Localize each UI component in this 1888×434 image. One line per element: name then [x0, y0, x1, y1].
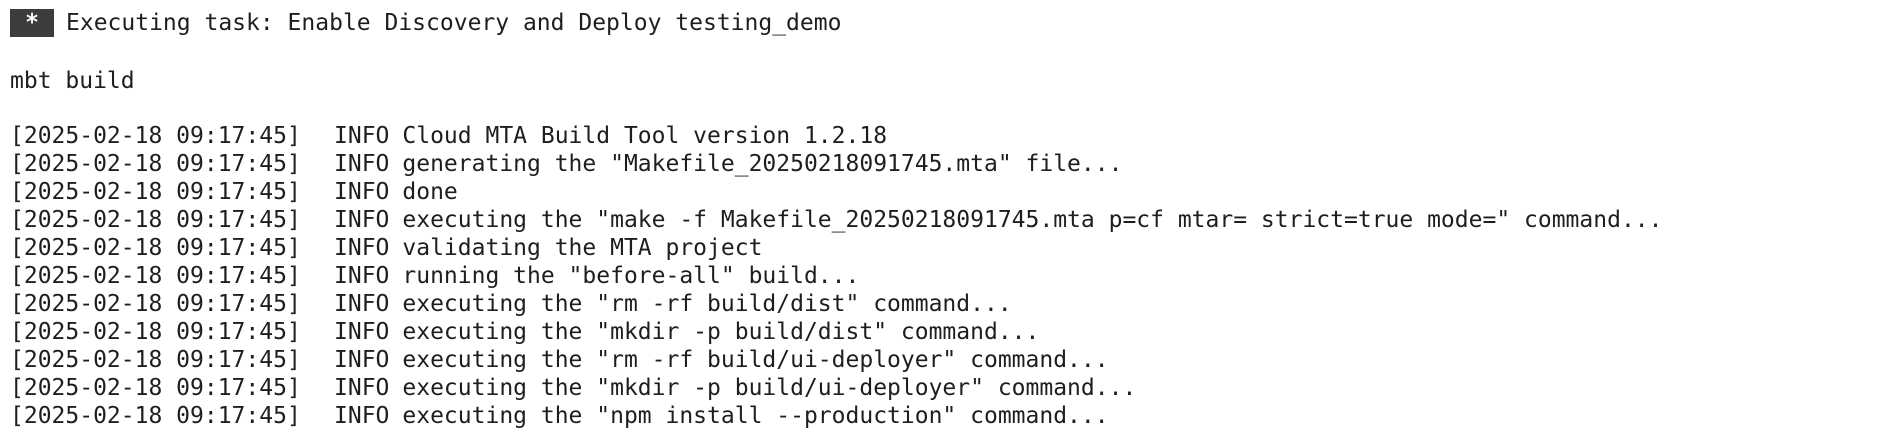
log-message: Cloud MTA Build Tool version 1.2.18	[402, 123, 888, 149]
log-level: INFO	[334, 235, 390, 261]
log-line: [2025-02-18 09:17:45] INFO executing the "…	[10, 318, 1888, 346]
log-timestamp: [2025-02-18 09:17:45]	[10, 207, 301, 233]
log-line: [2025-02-18 09:17:45] INFO done	[10, 178, 1888, 206]
log-level: INFO	[334, 179, 390, 205]
log-message: executing the "mkdir -p build/dist" comm…	[402, 319, 1040, 345]
log-level: INFO	[334, 151, 390, 177]
log-level: INFO	[334, 319, 390, 345]
log-line: [2025-02-18 09:17:45] INFO running the "be…	[10, 262, 1888, 290]
log-line: [2025-02-18 09:17:45] INFO executing the "…	[10, 290, 1888, 318]
log-timestamp: [2025-02-18 09:17:45]	[10, 235, 301, 261]
log-line: [2025-02-18 09:17:45] INFO validating the …	[10, 234, 1888, 262]
log-timestamp: [2025-02-18 09:17:45]	[10, 291, 301, 317]
log-level: INFO	[334, 123, 390, 149]
log-line: [2025-02-18 09:17:45] INFO executing the "…	[10, 402, 1888, 430]
log-timestamp: [2025-02-18 09:17:45]	[10, 375, 301, 401]
build-log: [2025-02-18 09:17:45] INFO Cloud MTA Build…	[10, 122, 1888, 430]
terminal-output: * Executing task: Enable Discovery and D…	[0, 0, 1888, 434]
log-timestamp: [2025-02-18 09:17:45]	[10, 123, 301, 149]
task-header: * Executing task: Enable Discovery and D…	[10, 9, 841, 37]
log-message: validating the MTA project	[402, 235, 763, 261]
log-timestamp: [2025-02-18 09:17:45]	[10, 347, 301, 373]
log-message: generating the "Makefile_20250218091745.…	[402, 151, 1123, 177]
task-title: Executing task: Enable Discovery and Dep…	[66, 10, 842, 36]
log-level: INFO	[334, 263, 390, 289]
log-timestamp: [2025-02-18 09:17:45]	[10, 179, 301, 205]
log-message: done	[402, 179, 458, 205]
log-timestamp: [2025-02-18 09:17:45]	[10, 319, 301, 345]
log-line: [2025-02-18 09:17:45] INFO generating the …	[10, 150, 1888, 178]
log-message: running the "before-all" build...	[402, 263, 860, 289]
log-level: INFO	[334, 291, 390, 317]
log-message: executing the "mkdir -p build/ui-deploye…	[402, 375, 1137, 401]
log-line: [2025-02-18 09:17:45] INFO executing the "…	[10, 374, 1888, 402]
log-line: [2025-02-18 09:17:45] INFO executing the "…	[10, 346, 1888, 374]
log-timestamp: [2025-02-18 09:17:45]	[10, 403, 301, 429]
log-message: executing the "npm install --production"…	[402, 403, 1109, 429]
log-message: executing the "rm -rf build/dist" comman…	[402, 291, 1012, 317]
command-text: mbt build	[10, 68, 135, 94]
log-timestamp: [2025-02-18 09:17:45]	[10, 151, 301, 177]
log-message: executing the "make -f Makefile_20250218…	[402, 207, 1663, 233]
task-asterisk-icon: *	[10, 9, 54, 37]
log-level: INFO	[334, 347, 390, 373]
log-level: INFO	[334, 375, 390, 401]
log-line: [2025-02-18 09:17:45] INFO Cloud MTA Build…	[10, 122, 1888, 150]
log-line: [2025-02-18 09:17:45] INFO executing the "…	[10, 206, 1888, 234]
log-message: executing the "rm -rf build/ui-deployer"…	[402, 347, 1109, 373]
log-level: INFO	[334, 403, 390, 429]
log-level: INFO	[334, 207, 390, 233]
log-timestamp: [2025-02-18 09:17:45]	[10, 263, 301, 289]
